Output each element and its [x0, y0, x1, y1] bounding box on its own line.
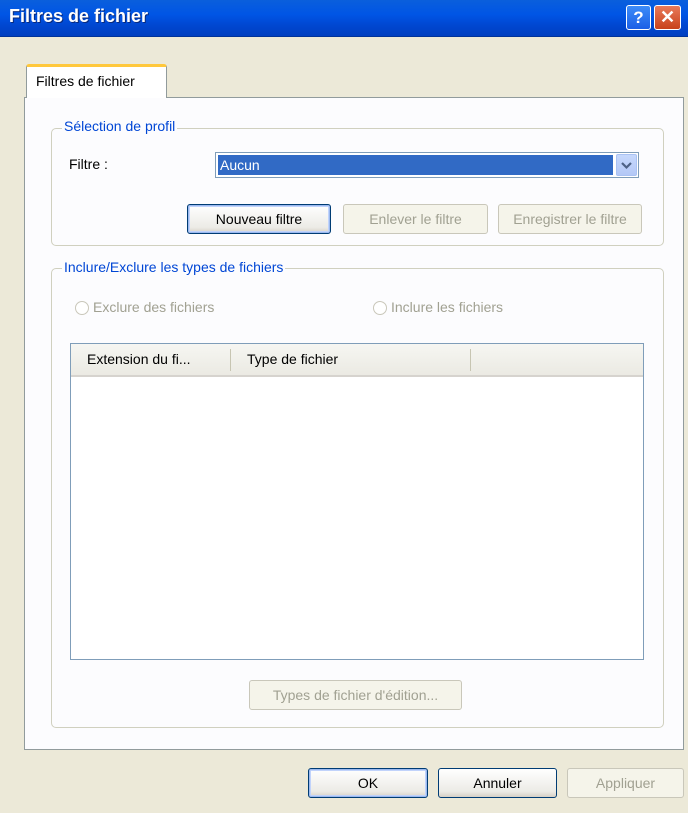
chevron-down-icon	[621, 162, 632, 170]
tab-label: Filtres de fichier	[36, 73, 135, 89]
column-header-type[interactable]: Type de fichier	[247, 344, 338, 375]
cancel-button[interactable]: Annuler	[438, 768, 557, 798]
file-types-list[interactable]: Extension du fi... Type de fichier	[70, 343, 644, 660]
column-divider[interactable]	[470, 349, 471, 371]
exclude-radio[interactable]	[75, 301, 89, 315]
help-button[interactable]: ?	[626, 5, 651, 30]
filter-select-value: Aucun	[218, 155, 613, 175]
close-button[interactable]: ✕	[654, 5, 681, 30]
title-bar: Filtres de fichier ? ✕	[0, 0, 688, 37]
apply-button[interactable]: Appliquer	[567, 768, 684, 798]
list-header: Extension du fi... Type de fichier	[71, 344, 643, 377]
ok-button[interactable]: OK	[308, 768, 428, 798]
file-types-group-legend: Inclure/Exclure les types de fichiers	[62, 259, 286, 275]
question-icon: ?	[633, 7, 644, 27]
column-header-extension[interactable]: Extension du fi...	[87, 344, 191, 375]
dropdown-button[interactable]	[616, 154, 637, 176]
edit-file-types-button[interactable]: Types de fichier d'édition...	[249, 680, 462, 710]
filter-select[interactable]: Aucun	[215, 152, 639, 178]
close-icon: ✕	[659, 7, 676, 27]
new-filter-button[interactable]: Nouveau filtre	[187, 204, 331, 234]
profile-group-legend: Sélection de profil	[62, 118, 178, 134]
filter-label: Filtre :	[69, 156, 108, 172]
save-filter-button[interactable]: Enregistrer le filtre	[498, 204, 642, 234]
include-radio-label: Inclure les fichiers	[391, 299, 504, 315]
include-radio[interactable]	[373, 301, 387, 315]
window-title: Filtres de fichier	[9, 6, 149, 26]
column-divider[interactable]	[230, 349, 231, 371]
tab-file-filters[interactable]: Filtres de fichier	[26, 64, 167, 98]
exclude-radio-label: Exclure des fichiers	[93, 299, 215, 315]
remove-filter-button[interactable]: Enlever le filtre	[343, 204, 488, 234]
